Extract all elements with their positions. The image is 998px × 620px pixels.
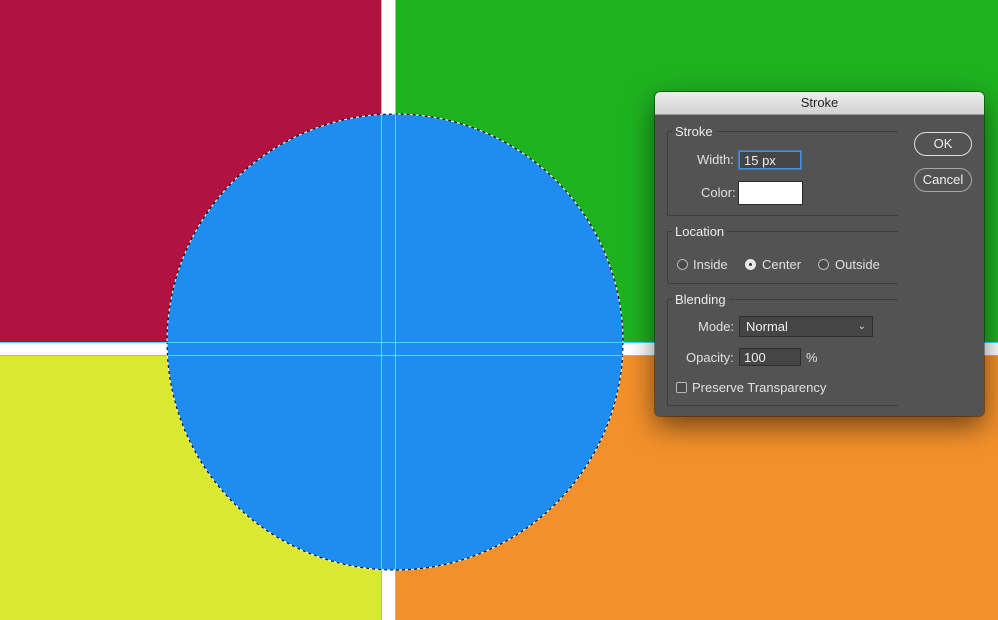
radio-outside-label[interactable]: Outside [835,257,880,272]
preserve-transparency-checkbox[interactable] [676,382,687,393]
vertical-gap [381,0,395,620]
bottom-left-quadrant [0,355,381,620]
color-label: Color: [701,185,736,200]
chevron-down-icon: ⌄ [857,321,866,332]
stroke-group-legend: Stroke [672,124,716,139]
mode-label: Mode: [698,319,735,334]
radio-outside[interactable] [818,259,829,270]
cancel-button[interactable]: Cancel [914,168,972,192]
ok-button[interactable]: OK [914,132,972,156]
preserve-transparency-label[interactable]: Preserve Transparency [692,380,826,395]
radio-center-label[interactable]: Center [762,257,801,272]
width-input[interactable]: 15 px [739,151,801,169]
radio-inside[interactable] [677,259,688,270]
guide-vertical-2[interactable] [395,0,396,620]
top-left-quadrant [0,0,381,342]
opacity-unit: % [806,350,818,365]
radio-inside-label[interactable]: Inside [693,257,728,272]
color-swatch[interactable] [738,181,803,205]
width-label: Width: [697,152,734,167]
opacity-label: Opacity: [686,350,734,365]
mode-select-value: Normal [746,319,788,334]
dialog-title[interactable]: Stroke [655,92,984,115]
stroke-dialog: Stroke Stroke Width: 15 px Color: Locati… [655,92,984,416]
blending-group-legend: Blending [672,292,729,307]
location-group-legend: Location [672,224,728,239]
radio-center[interactable] [745,259,756,270]
guide-vertical-1[interactable] [381,0,382,620]
opacity-input[interactable]: 100 [739,348,801,366]
mode-select[interactable]: Normal ⌄ [739,316,873,337]
